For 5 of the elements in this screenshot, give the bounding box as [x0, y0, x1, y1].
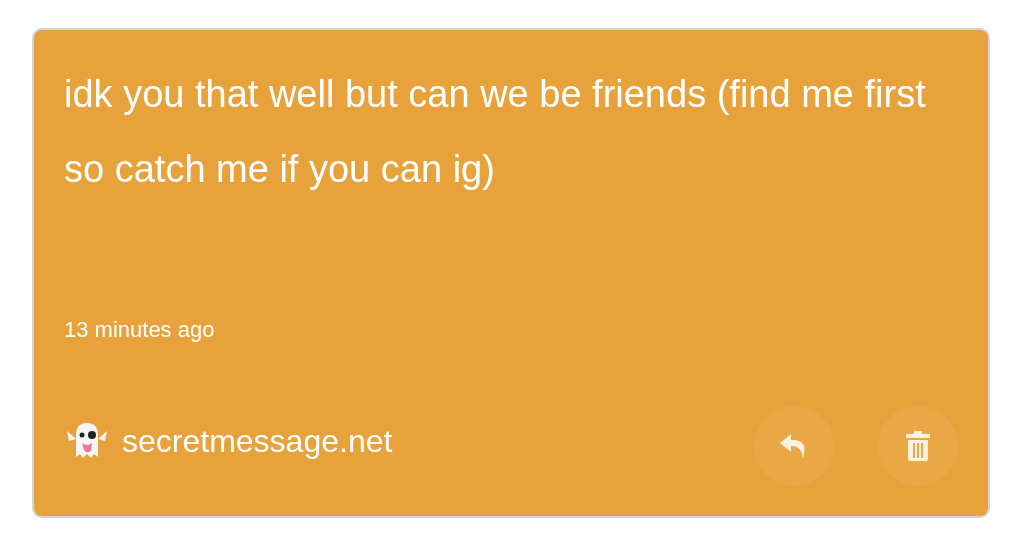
trash-icon [905, 431, 931, 461]
ghost-icon [64, 421, 110, 461]
message-text: idk you that well but can we be friends (find me first so catch me if you can ig) [64, 72, 927, 192]
timestamp: 13 minutes ago [64, 316, 216, 344]
brand-link[interactable]: secretmessage.net [122, 417, 393, 465]
